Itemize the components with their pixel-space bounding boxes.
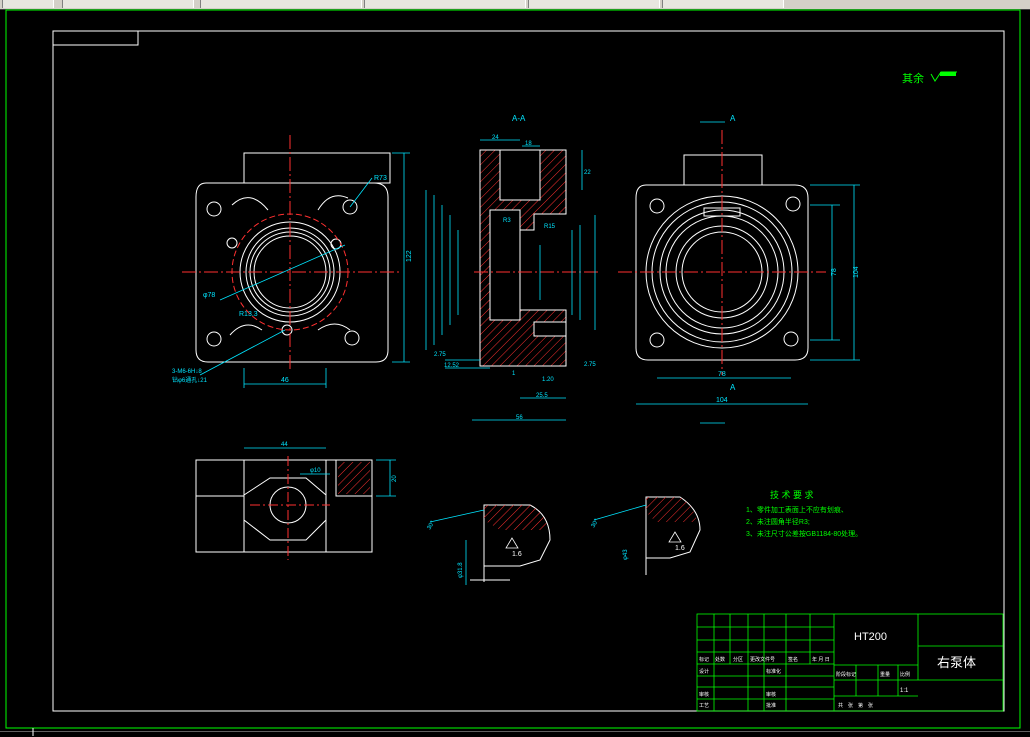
tb-weight: 重量 xyxy=(880,671,890,678)
bottom-hatch xyxy=(338,462,370,494)
tech-item-1: 1、零件加工表面上不应有划痕、 xyxy=(746,505,848,514)
part-name: 右泵体 xyxy=(937,655,976,670)
tb-stage: 阶段标记 xyxy=(836,671,856,678)
dim-phi318: φ31.8 xyxy=(458,562,464,578)
dim-275b: 2.75 xyxy=(584,362,596,368)
dim-r133: R13.3 xyxy=(239,311,258,318)
section-mark-top: A xyxy=(730,114,736,123)
tb-change: 更改文件号 xyxy=(750,656,775,663)
dim-phi78: φ78 xyxy=(203,292,215,299)
section-view xyxy=(474,149,600,367)
tb-scale-label: 比例 xyxy=(900,671,910,678)
tb-sign: 签名 xyxy=(788,656,798,663)
roughness-symbol-icon xyxy=(930,71,957,82)
dim-phi10: φ10 xyxy=(310,468,321,474)
dim-56: 56 xyxy=(516,415,523,421)
dim-1252: 12.52 xyxy=(444,363,460,369)
dim-122: 122 xyxy=(406,250,413,262)
front-dims xyxy=(199,152,410,388)
tb-standard: 标准化 xyxy=(766,668,781,675)
dim-30b: 30° xyxy=(591,518,601,529)
front-view xyxy=(195,152,391,363)
tb-zone: 分区 xyxy=(733,656,743,663)
detail-view-1 xyxy=(429,504,551,585)
dim-30a: 30° xyxy=(427,520,437,531)
dim-24: 24 xyxy=(492,135,499,141)
tech-title: 技 术 要 求 xyxy=(770,489,814,500)
tb-process: 工艺 xyxy=(699,703,709,709)
dim-phi43: φ43 xyxy=(623,549,629,560)
tb-sheets: 共 张 第 张 xyxy=(838,702,873,709)
tb-date: 年 月 日 xyxy=(812,656,830,663)
tb-count: 处数 xyxy=(715,656,725,663)
dim-holes: 3-M6-6H↓8 xyxy=(172,369,202,375)
dim-104b: 104 xyxy=(716,397,728,404)
tb-review: 审核 xyxy=(699,691,709,698)
dim-275a: 2.75 xyxy=(434,352,446,358)
detail-view-2 xyxy=(593,496,701,575)
dim-18: 18 xyxy=(525,141,532,147)
tb-approve: 批准 xyxy=(766,702,776,709)
dim-78: 78 xyxy=(831,268,838,276)
dim-1: 1 xyxy=(512,371,516,377)
corner-box xyxy=(52,30,139,46)
scale-value: 1:1 xyxy=(900,688,909,694)
section-mark-bottom: A xyxy=(730,383,736,392)
tech-item-2: 2、未注圆角半径R3; xyxy=(746,517,810,526)
tb-design: 设计 xyxy=(699,668,709,675)
tech-item-3: 3、未注尺寸公差按GB1184-80处理。 xyxy=(746,529,862,538)
dim-120: 1.20 xyxy=(542,377,554,383)
dim-r15: R15 xyxy=(544,224,556,230)
material-label: HT200 xyxy=(854,631,887,643)
dim-44: 44 xyxy=(281,442,288,448)
dim-22: 22 xyxy=(584,170,591,176)
dim-r73: R73 xyxy=(374,175,387,182)
roughness-16b: 1.6 xyxy=(675,545,685,552)
roughness-note: 其余 xyxy=(902,71,924,85)
tb-check: 审核 xyxy=(766,691,776,698)
cad-drawing[interactable]: 其余 R73 122 φ78 R13.3 3-M6-6H↓8 钻φ6通孔↓21 … xyxy=(0,0,1030,736)
dim-255: 25.5 xyxy=(536,393,548,399)
dim-20: 20 xyxy=(392,475,398,482)
dim-78b: 78 xyxy=(718,371,726,378)
dim-r3: R3 xyxy=(503,218,511,224)
dim-104: 104 xyxy=(853,266,860,278)
section-label: A-A xyxy=(512,114,526,123)
dim-holes2: 钻φ6通孔↓21 xyxy=(172,376,208,384)
tb-mark: 标记 xyxy=(699,656,709,663)
dim-46: 46 xyxy=(281,377,289,384)
roughness-16a: 1.6 xyxy=(512,551,522,558)
